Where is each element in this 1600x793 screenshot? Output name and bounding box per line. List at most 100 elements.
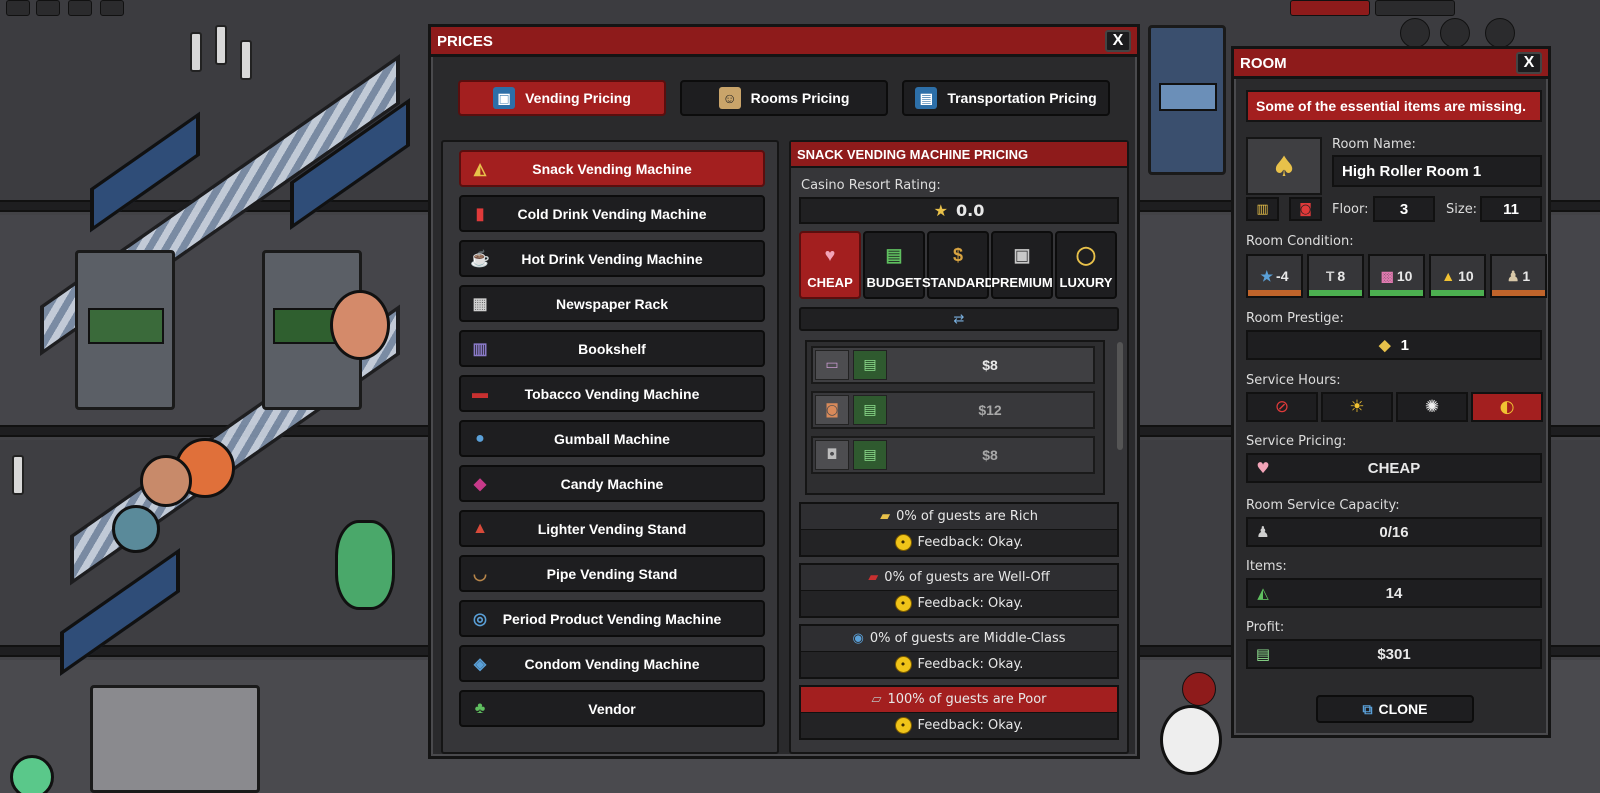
hours-night-button[interactable]: ✺ [1396, 392, 1468, 422]
tab-label: Transportation Pricing [947, 90, 1097, 106]
item-list-scrollbar[interactable] [1117, 342, 1123, 450]
clone-button[interactable]: ⧉ CLONE [1316, 695, 1474, 723]
prestige-value: 1 [1400, 336, 1409, 354]
prices-close-button[interactable]: X [1105, 30, 1131, 52]
tier-label: BUDGET [866, 274, 922, 290]
vendor-icon: ♣ [474, 700, 486, 717]
diamond-ring-icon: ◯ [1075, 245, 1097, 265]
hud-speed-control[interactable] [1375, 0, 1455, 16]
camera-button[interactable]: ◙ [1289, 197, 1322, 221]
item-price-row[interactable]: ◙ ▤ $12 [811, 391, 1095, 429]
tier-budget-button[interactable]: ▤ BUDGET [863, 231, 925, 299]
prices-panel: PRICES X ▣ Vending Pricing ☺ Rooms Prici… [428, 24, 1140, 759]
hud-slot[interactable] [100, 0, 124, 16]
machine-item-period-product[interactable]: ◎ Period Product Vending Machine [459, 600, 765, 637]
item-price-row[interactable]: ◘ ▤ $8 [811, 436, 1095, 474]
machine-item-tobacco[interactable]: ▬ Tobacco Vending Machine [459, 375, 765, 412]
pipe-icon: ◡ [473, 566, 487, 583]
pricing-tabs: ▣ Vending Pricing ☺ Rooms Pricing ▤ Tran… [458, 80, 1110, 116]
hours-all-day-button[interactable]: ◐ [1471, 392, 1543, 422]
machine-item-gumball[interactable]: ● Gumball Machine [459, 420, 765, 457]
room-title: ROOM [1240, 55, 1287, 72]
tab-vending-pricing[interactable]: ▣ Vending Pricing [458, 80, 666, 116]
floor-label: Floor: [1332, 202, 1369, 217]
ceiling-lamp [215, 25, 227, 65]
machine-label: Candy Machine [560, 475, 664, 492]
condition-lighting: ▲ 10 [1429, 254, 1486, 298]
item-price-row[interactable]: ▭ ▤ $8 [811, 346, 1095, 384]
condition-value: 1 [1522, 268, 1531, 284]
hours-day-button[interactable]: ☀ [1321, 392, 1393, 422]
kitchen-counter [90, 685, 260, 793]
prices-title: PRICES [437, 33, 493, 50]
money-bag-icon: $ [952, 245, 963, 265]
candy-icon: ◆ [473, 476, 487, 493]
machine-label: Tobacco Vending Machine [524, 385, 700, 402]
profit-box: ▤ $301 [1246, 639, 1542, 669]
items-box[interactable]: ◭ 14 [1246, 578, 1542, 608]
machine-item-vendor[interactable]: ♣ Vendor [459, 690, 765, 727]
condition-bar [1248, 290, 1301, 296]
machine-item-bookshelf[interactable]: ▥ Bookshelf [459, 330, 765, 367]
hud-button[interactable] [1400, 18, 1430, 48]
room-marker-icon[interactable] [1182, 672, 1216, 706]
guest-character [335, 520, 395, 610]
size-value: 11 [1480, 196, 1542, 222]
hud-button[interactable] [1485, 18, 1515, 48]
machine-label: Gumball Machine [554, 430, 670, 447]
safe-icon: ▣ [1013, 245, 1031, 265]
night-icon: ✺ [1424, 397, 1440, 417]
clone-label: CLONE [1378, 701, 1428, 717]
machine-item-snack[interactable]: ◭ Snack Vending Machine [459, 150, 765, 187]
tier-luxury-button[interactable]: ◯ LUXURY [1055, 231, 1117, 299]
cash-stack-icon: ▤ [885, 245, 903, 265]
feedback-text: Feedback: Okay. [917, 535, 1024, 550]
smiley-icon: • [894, 595, 912, 612]
hud-button[interactable] [1440, 18, 1470, 48]
room-panel: ROOM X Some of the essential items are m… [1231, 46, 1551, 738]
hud-slot[interactable] [68, 0, 92, 16]
hud-speed-control[interactable] [1290, 0, 1370, 16]
machine-item-candy[interactable]: ◆ Candy Machine [459, 465, 765, 502]
hud-slot[interactable] [6, 0, 30, 16]
machine-item-condom[interactable]: ◈ Condom Vending Machine [459, 645, 765, 682]
condition-security: ★ -4 [1246, 254, 1303, 298]
sort-toggle-button[interactable]: ⇄ [799, 307, 1119, 331]
room-name-field[interactable]: High Roller Room 1 [1332, 155, 1542, 187]
machine-item-cold-drink[interactable]: ▮ Cold Drink Vending Machine [459, 195, 765, 232]
guest-character [140, 455, 192, 507]
price-tier-selector: ♥ CHEAP ▤ BUDGET $ STANDARD ▣ PREMIUM ◯ … [799, 231, 1117, 299]
service-pricing-selector[interactable]: ♥ CHEAP [1246, 453, 1542, 483]
machine-item-pipe[interactable]: ◡ Pipe Vending Stand [459, 555, 765, 592]
tab-transportation-pricing[interactable]: ▤ Transportation Pricing [902, 80, 1110, 116]
tier-premium-button[interactable]: ▣ PREMIUM [991, 231, 1053, 299]
tier-cheap-button[interactable]: ♥ CHEAP [799, 231, 861, 299]
machine-label: Lighter Vending Stand [537, 520, 687, 537]
room-condition-stats: ★ -4 T 8 ▩ 10 ▲ 10 ♟ 1 [1246, 254, 1547, 298]
smiley-icon: • [894, 717, 912, 734]
condition-value: 8 [1337, 268, 1346, 284]
day-night-icon: ◐ [1499, 397, 1515, 417]
chips-icon: ◙ [815, 395, 849, 425]
day-icon: ☀ [1349, 397, 1365, 417]
machine-item-newspaper[interactable]: ▦ Newspaper Rack [459, 285, 765, 322]
hud-slot[interactable] [36, 0, 60, 16]
money-bag-cards-icon: ♠ [1271, 149, 1297, 183]
hours-off-button[interactable]: ⊘ [1246, 392, 1318, 422]
clone-icon: ⧉ [1362, 700, 1373, 717]
room-info-button[interactable]: ▥ [1246, 197, 1279, 221]
condition-bar [1492, 290, 1545, 296]
missing-items-warning: Some of the essential items are missing. [1246, 90, 1542, 122]
items-label: Items: [1246, 559, 1287, 574]
service-pricing-label: Service Pricing: [1246, 434, 1347, 449]
condition-value: 10 [1396, 268, 1413, 284]
ceiling-lamp [190, 32, 202, 72]
tier-standard-button[interactable]: $ STANDARD [922, 231, 994, 299]
piggy-bank-icon: ♥ [824, 245, 836, 265]
machine-item-hot-drink[interactable]: ☕ Hot Drink Vending Machine [459, 240, 765, 277]
tab-rooms-pricing[interactable]: ☺ Rooms Pricing [680, 80, 888, 116]
guest-character [330, 290, 390, 360]
prestige-value-box: ◆ 1 [1246, 330, 1542, 360]
machine-item-lighter[interactable]: ▲ Lighter Vending Stand [459, 510, 765, 547]
room-close-button[interactable]: X [1516, 52, 1542, 74]
